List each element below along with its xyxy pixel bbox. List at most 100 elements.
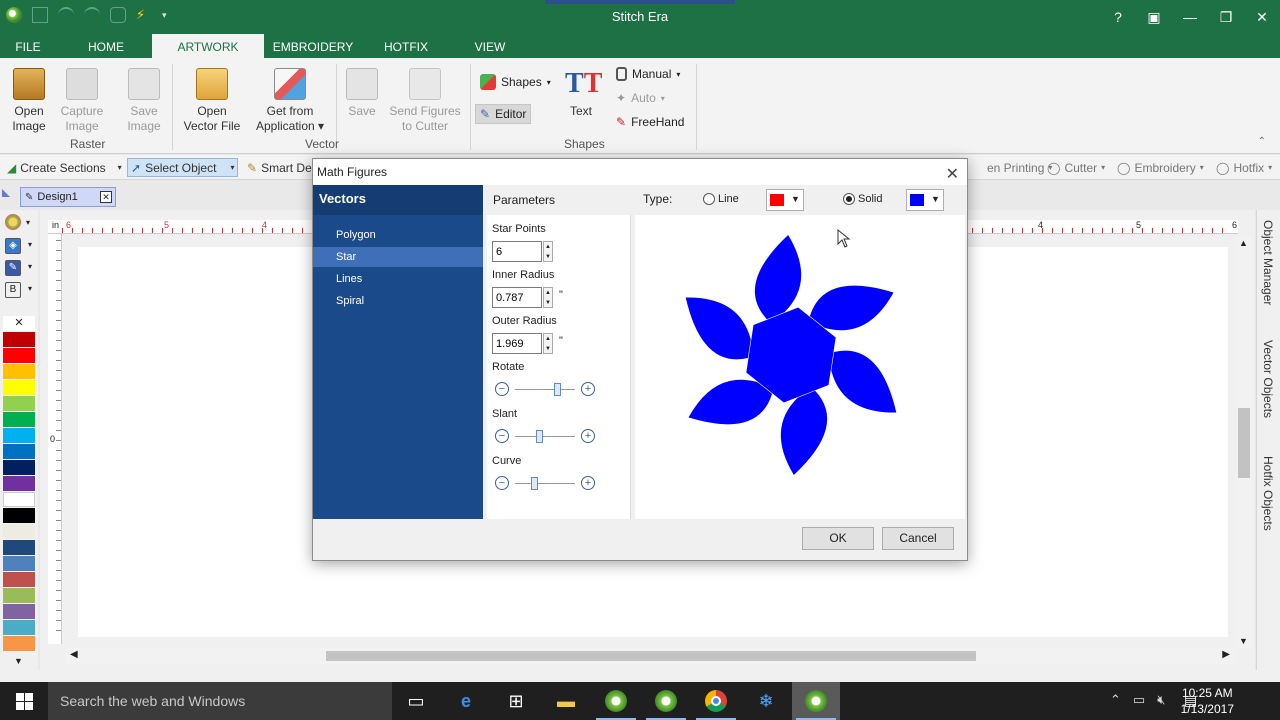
tab-artwork[interactable]: ARTWORK [152, 34, 264, 58]
tab-file[interactable]: FILE [8, 34, 48, 58]
color-swatch[interactable] [3, 636, 35, 651]
minimize-button[interactable]: — [1172, 0, 1208, 34]
collapse-ribbon-icon[interactable]: ⌃ [1258, 136, 1266, 147]
tab-home[interactable]: HOME [80, 34, 132, 58]
color-swatch[interactable] [3, 332, 35, 347]
ribbon-display-button[interactable]: ▣ [1136, 0, 1172, 34]
network-icon[interactable]: ▭ [1133, 692, 1145, 708]
plus-icon[interactable]: + [581, 476, 595, 490]
palette-chevron-down-icon[interactable]: ▾ [28, 262, 32, 271]
color-swatch[interactable] [3, 396, 35, 411]
color-wheel-icon[interactable] [5, 214, 21, 230]
open-image-button[interactable]: Open Image [6, 68, 52, 134]
show-hidden-icons-icon[interactable]: ⌃ [1110, 692, 1121, 708]
action-center-icon[interactable]: ▤ [1184, 692, 1197, 709]
snowflake-app-icon[interactable]: ❄ [742, 682, 790, 720]
stitch-era-app-icon[interactable] [592, 682, 640, 720]
solid-color-picker[interactable]: ▼ [906, 189, 944, 211]
color-swatch[interactable] [3, 348, 35, 363]
inner-radius-spinner[interactable]: ▲▼ [492, 287, 556, 308]
fill-tool-icon[interactable]: ◈ [5, 238, 21, 254]
help-button[interactable]: ? [1100, 0, 1136, 34]
slant-slider[interactable]: − + [495, 429, 595, 445]
volume-muted-icon[interactable]: 🔇︎ [1157, 692, 1165, 708]
maximize-button[interactable]: ❐ [1208, 0, 1244, 34]
outer-radius-spinner[interactable]: ▲▼ [492, 333, 556, 354]
chrome-browser-icon[interactable] [692, 682, 740, 720]
spinner-arrows-icon[interactable]: ▲ ▼ [543, 287, 553, 308]
scroll-right-icon[interactable]: ▶ [1222, 649, 1230, 660]
color-swatch[interactable] [3, 476, 35, 491]
close-tab-icon[interactable]: ✕ [100, 191, 112, 203]
file-explorer-icon[interactable]: ▬ [542, 682, 590, 720]
scroll-left-icon[interactable]: ◀ [70, 649, 78, 660]
rotate-slider-knob[interactable] [553, 383, 561, 396]
document-tab-design1[interactable]: ✎ Design1 ✕ [20, 187, 116, 207]
palette-chevron-down-icon[interactable]: ▾ [28, 240, 32, 249]
curve-slider-knob[interactable] [531, 477, 539, 490]
minus-icon[interactable]: − [495, 429, 509, 443]
editor-button[interactable]: ✎ Editor [475, 104, 532, 124]
type-solid-radio[interactable]: Solid [843, 193, 882, 205]
star-points-input[interactable] [492, 241, 542, 262]
color-swatch[interactable] [3, 428, 35, 443]
stitch-era-active-icon[interactable] [792, 682, 840, 720]
task-view-icon[interactable]: ▭ [392, 682, 440, 720]
border-tool-icon[interactable]: B [5, 282, 21, 298]
stitch-era-app-icon[interactable] [642, 682, 690, 720]
color-swatch[interactable] [3, 588, 35, 603]
save-vector-button[interactable]: Save [342, 68, 382, 119]
curve-slider[interactable]: − + [495, 476, 595, 492]
pen-tool-icon[interactable]: ✎ [5, 260, 21, 276]
slant-slider-knob[interactable] [535, 430, 543, 443]
rotate-slider[interactable]: − + [495, 382, 595, 398]
vector-item-lines[interactable]: Lines [313, 269, 483, 289]
vector-item-star[interactable]: Star [313, 247, 483, 267]
plus-icon[interactable]: + [581, 382, 595, 396]
color-swatch[interactable] [3, 620, 35, 635]
inner-radius-input[interactable] [492, 287, 542, 308]
vertical-scrollbar[interactable]: ▲ ▼ [1236, 236, 1252, 648]
taskbar-search-box[interactable]: Search the web and Windows [48, 682, 392, 720]
store-icon[interactable]: ⊞ [492, 682, 540, 720]
ok-button[interactable]: OK [802, 527, 874, 550]
vector-item-spiral[interactable]: Spiral [313, 291, 483, 311]
horizontal-scroll-thumb[interactable] [326, 651, 976, 661]
star-points-spinner[interactable]: ▲▼ [492, 241, 556, 262]
outer-radius-input[interactable] [492, 333, 542, 354]
auto-button[interactable]: ✦ Auto ▾ [612, 88, 669, 108]
vector-objects-tab[interactable]: Vector Objects [1261, 340, 1275, 418]
object-manager-tab[interactable]: Object Manager [1261, 220, 1275, 305]
color-swatch[interactable] [3, 460, 35, 475]
scroll-up-icon[interactable]: ▲ [1239, 238, 1248, 248]
color-swatch[interactable] [3, 492, 35, 507]
spinner-arrows-icon[interactable]: ▲ ▼ [543, 333, 553, 354]
horizontal-scrollbar[interactable]: ◀ ▶ [66, 648, 1236, 664]
hotfix-objects-tab[interactable]: Hotfix Objects [1261, 456, 1275, 531]
color-swatch[interactable] [3, 572, 35, 587]
minus-icon[interactable]: − [495, 382, 509, 396]
palette-chevron-down-icon[interactable]: ▾ [26, 218, 30, 227]
tab-view[interactable]: VIEW [468, 34, 512, 58]
spinner-arrows-icon[interactable]: ▲ ▼ [543, 241, 553, 262]
capture-image-button[interactable]: Capture Image [56, 68, 108, 134]
save-image-button[interactable]: Save Image [122, 68, 166, 134]
color-swatch[interactable] [3, 524, 35, 539]
color-swatch[interactable] [3, 364, 35, 379]
cancel-button[interactable]: Cancel [882, 527, 954, 550]
vector-item-polygon[interactable]: Polygon [313, 225, 483, 245]
get-from-application-button[interactable]: Get from Application ▾ [250, 68, 330, 134]
edge-browser-icon[interactable]: e [442, 682, 490, 720]
color-swatch[interactable] [3, 380, 35, 395]
freehand-button[interactable]: ✎ FreeHand [612, 112, 688, 132]
cutter-button[interactable]: ◯ Cutter ▾ [1044, 158, 1108, 177]
smart-design-button[interactable]: ✎ Smart De [244, 158, 315, 177]
create-sections-button[interactable]: ◢ Create Sections ▾ [4, 158, 125, 177]
tab-hotfix[interactable]: HOTFIX [378, 34, 434, 58]
palette-scroll-down-icon[interactable]: ▼ [14, 656, 23, 666]
shapes-button[interactable]: Shapes ▾ [476, 72, 555, 92]
type-line-radio[interactable]: Line [703, 193, 739, 205]
line-color-picker[interactable]: ▼ [766, 189, 804, 211]
start-button[interactable] [0, 682, 48, 720]
close-button[interactable]: ✕ [1244, 0, 1280, 34]
